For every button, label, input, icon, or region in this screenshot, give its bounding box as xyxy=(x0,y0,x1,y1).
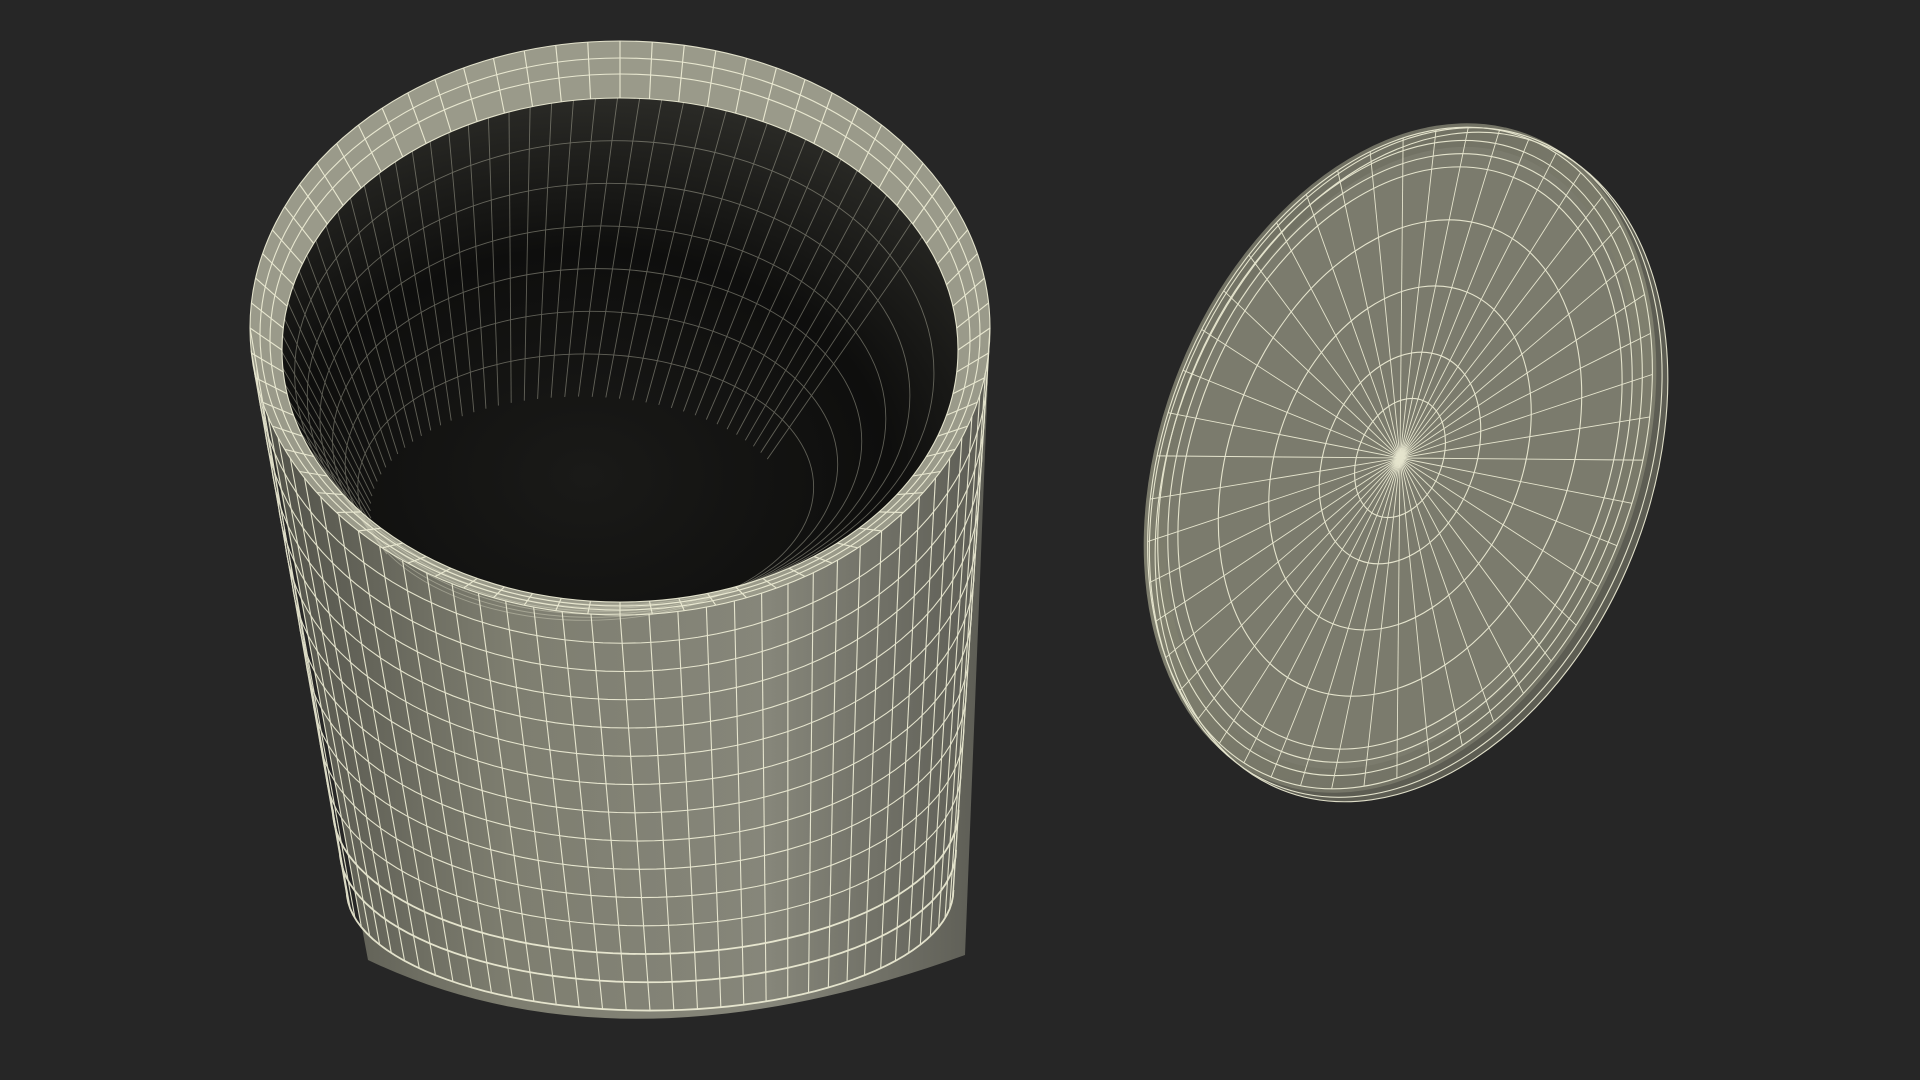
wireframe-render xyxy=(249,40,1669,1019)
lid-model xyxy=(1143,123,1669,803)
canister-model xyxy=(249,40,991,1019)
canister-opening xyxy=(282,98,958,602)
render-viewport xyxy=(0,0,1920,1080)
